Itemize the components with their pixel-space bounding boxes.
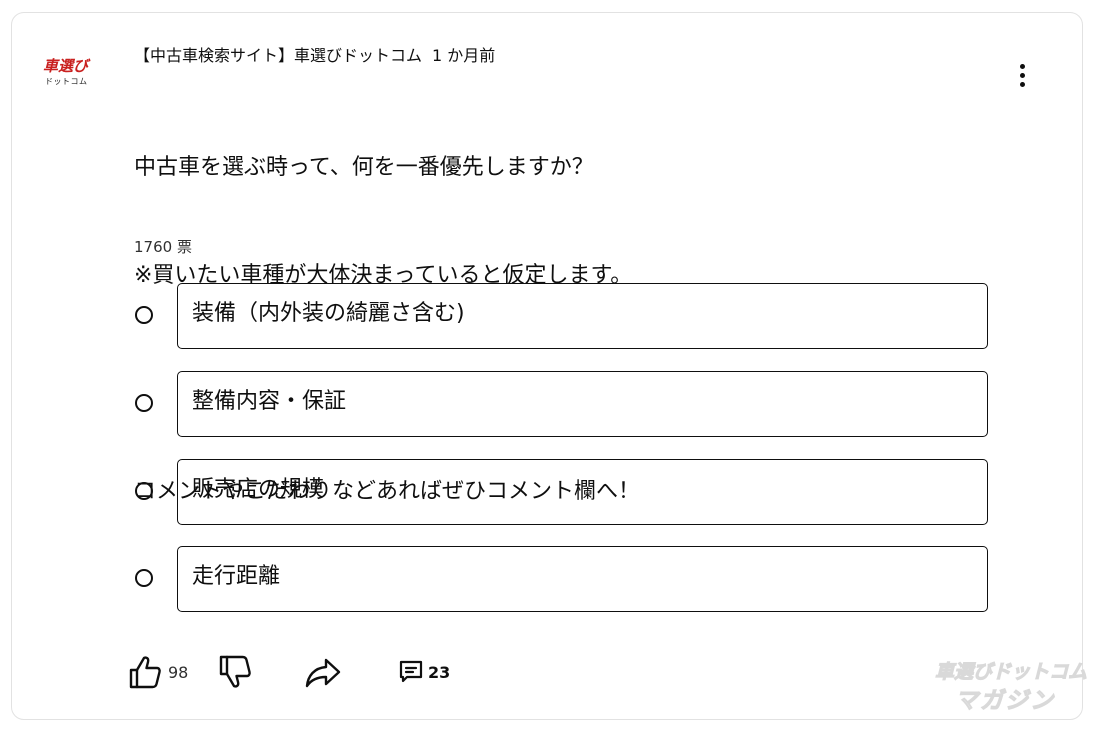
dislike-button[interactable] [218,652,252,692]
like-button[interactable]: 98 [128,652,188,692]
post-body-line: 中古車を選ぶ時って、何を一番優先しますか？ [134,155,594,180]
comment-count: 23 [428,662,451,682]
watermark-line2: マガジン [955,688,1055,715]
site-watermark: 車選びドットコム マガジン [934,657,1088,717]
like-count: 98 [168,662,189,682]
poll-option-box[interactable]: 整備内容・保証 [177,371,988,437]
post-header: 【中古車検索サイト】車選びドットコム 1 か月前 [134,42,495,66]
poll-option-label: 装備（内外装の綺麗さ含む) [192,301,465,326]
watermark-line1: 車選びドットコム [934,661,1088,684]
poll-option-label: 整備内容・保証 [192,389,347,414]
radio-button[interactable] [135,482,153,500]
poll-vote-count: 1760 票 [134,238,192,256]
thumbs-up-icon [128,654,162,690]
post-timestamp[interactable]: 1 か月前 [432,46,495,65]
share-icon [304,655,342,689]
poll-option[interactable]: 販売店の規模 [134,459,990,527]
post-action-bar: 98 23 [128,652,548,692]
radio-button[interactable] [135,394,153,412]
share-button[interactable] [304,652,342,692]
poll-option-box[interactable]: 走行距離 [177,546,988,612]
channel-name[interactable]: 【中古車検索サイト】車選びドットコム [134,46,422,65]
channel-avatar[interactable]: 車選び ドットコム [43,55,103,95]
poll-option-box[interactable]: 装備（内外装の綺麗さ含む) [177,283,988,349]
comment-icon [398,659,424,685]
radio-button[interactable] [135,569,153,587]
poll-option[interactable]: 走行距離 [134,546,990,614]
avatar-logo-subtext: ドットコム [45,77,88,86]
thumbs-down-icon [218,654,252,690]
poll-option-box[interactable]: 販売店の規模 [177,459,988,525]
poll-option-label: 販売店の規模 [192,477,325,502]
poll-option[interactable]: 整備内容・保証 [134,371,990,439]
more-vert-icon[interactable] [1009,58,1035,92]
avatar-logo-text: 車選び [43,57,89,75]
poll-option-label: 走行距離 [192,564,281,589]
radio-button[interactable] [135,306,153,324]
poll-option[interactable]: 装備（内外装の綺麗さ含む) [134,283,990,351]
comments-button[interactable]: 23 [398,652,450,692]
